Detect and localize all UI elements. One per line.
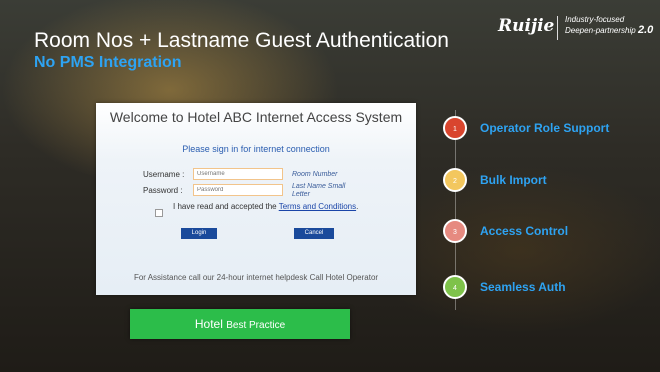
feature-4-label: Seamless Auth	[480, 280, 566, 294]
tagline-version: 2.0	[637, 24, 654, 36]
best-practice-sub: Best Practice	[226, 320, 286, 331]
cancel-button[interactable]: Cancel	[294, 228, 334, 239]
portal-signin-text: Please sign in for internet connection	[182, 144, 330, 154]
assistance-text: For Assistance call our 24-hour internet…	[133, 273, 379, 282]
password-label: Password :	[143, 186, 183, 195]
accept-terms-suffix: .	[356, 202, 359, 211]
portal-welcome-title: Welcome to Hotel ABC Internet Access Sys…	[109, 109, 403, 125]
accept-terms-prefix: I have read and accepted the	[173, 202, 279, 211]
logo-divider	[557, 16, 558, 40]
password-input[interactable]	[193, 184, 283, 196]
feature-1-badge: 1	[443, 116, 467, 140]
accept-terms-checkbox[interactable]	[155, 209, 163, 217]
feature-3-badge: 3	[443, 219, 467, 243]
portal-background: Welcome to Hotel ABC Internet Access Sys…	[96, 103, 416, 295]
accept-terms-text: I have read and accepted the Terms and C…	[173, 202, 373, 211]
feature-3-label: Access Control	[480, 224, 569, 238]
username-input[interactable]	[193, 168, 283, 180]
best-practice-banner: Hotel Best Practice	[130, 309, 350, 339]
username-hint: Room Number	[292, 171, 338, 178]
feature-4-badge: 4	[443, 275, 467, 299]
login-button[interactable]: Login	[181, 228, 217, 239]
best-practice-main: Hotel	[194, 317, 223, 331]
password-hint: Last Name Small Letter	[292, 183, 346, 198]
slide-title: Room Nos + Lastname Guest Authentication	[34, 29, 449, 52]
terms-link[interactable]: Terms and Conditions	[279, 202, 356, 211]
slide-subtitle: No PMS Integration	[34, 54, 182, 71]
feature-1-label: Operator Role Support	[480, 121, 610, 135]
feature-2-label: Bulk Import	[480, 173, 547, 187]
portal-screenshot: Welcome to Hotel ABC Internet Access Sys…	[96, 103, 416, 295]
tagline-line2-text: Deepen-partnership	[565, 26, 636, 35]
brand-tagline: Industry-focused Deepen-partnership 2.0	[565, 15, 653, 36]
feature-2-badge: 2	[443, 168, 467, 192]
username-label: Username :	[143, 170, 185, 179]
slide: Room Nos + Lastname Guest Authentication…	[0, 0, 660, 372]
ruijie-logo: Ruijie	[498, 16, 555, 36]
tagline-line2: Deepen-partnership 2.0	[565, 25, 653, 36]
